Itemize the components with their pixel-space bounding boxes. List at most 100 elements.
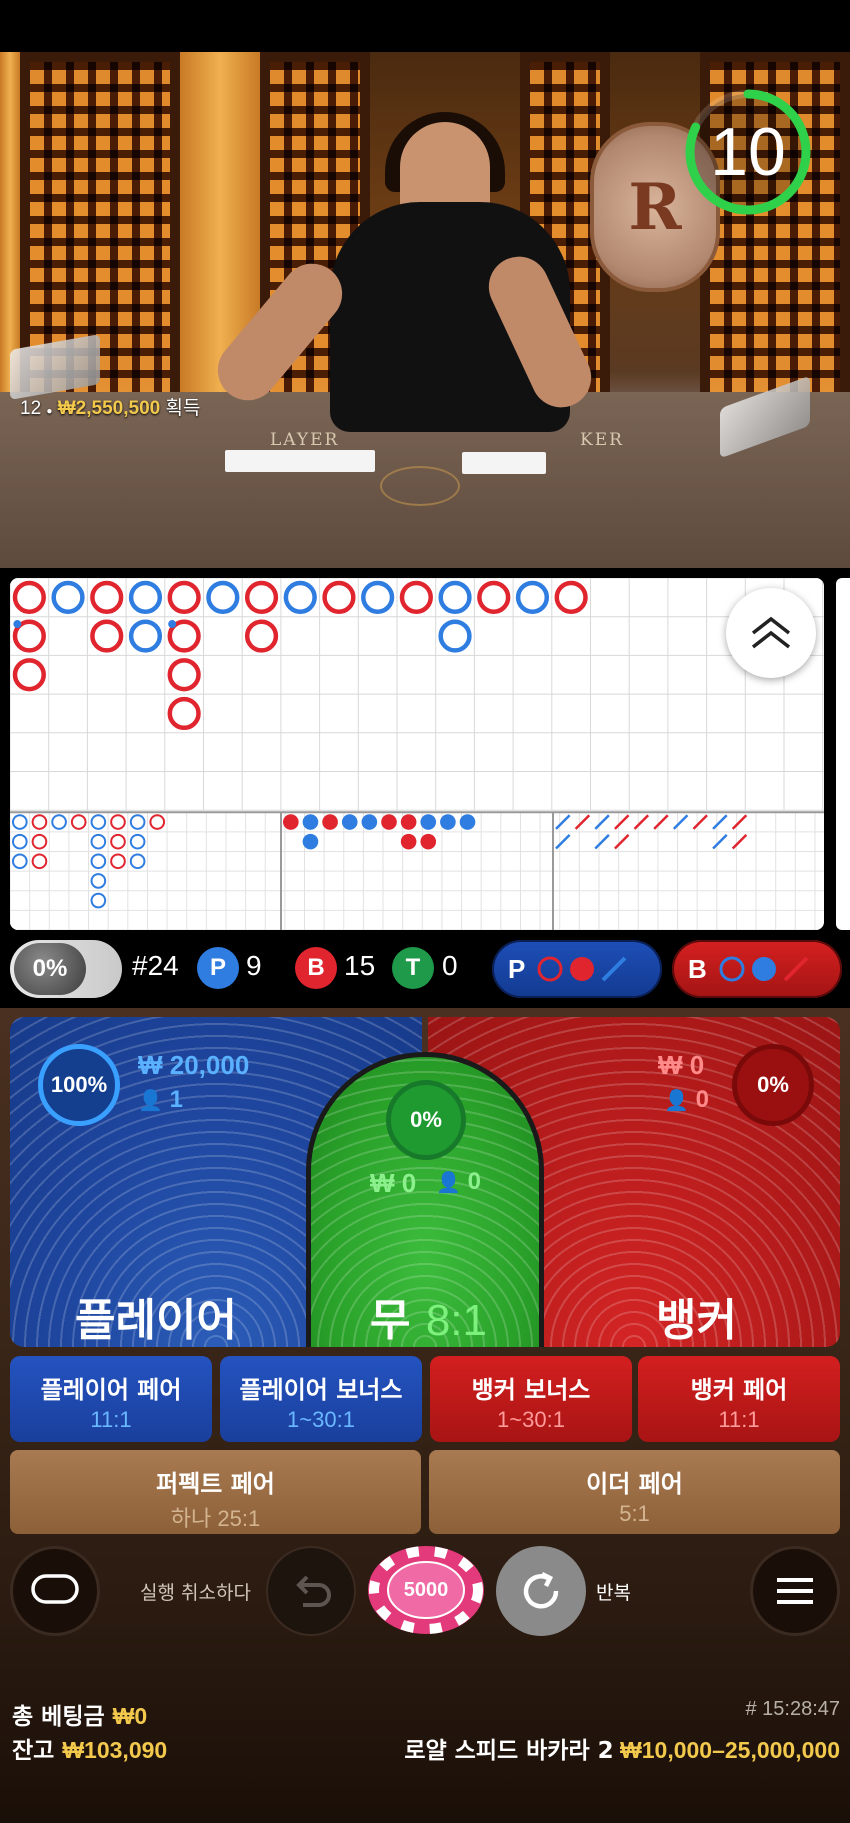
player-amount: ₩ 20,000: [138, 1050, 250, 1080]
ask-player-letter: P: [508, 953, 526, 984]
big-road-mark: [167, 658, 201, 692]
menu-button[interactable]: [750, 1546, 840, 1636]
banker-bonus-label: 뱅커 보너스: [471, 1376, 591, 1404]
big-road-mark: [283, 580, 317, 614]
repeat-label: 반복: [596, 1582, 631, 1604]
perfect-pair-label: 퍼펙트 페어: [156, 1470, 275, 1498]
big-eye-mark: [31, 853, 48, 870]
cockroach-mark: [712, 833, 728, 850]
big-eye-mark: [70, 814, 87, 830]
next-roadmap-peek[interactable]: [836, 578, 850, 930]
big-road-mark: [206, 580, 240, 614]
big-road-mark: [167, 580, 201, 614]
timer-seconds: 10: [710, 114, 786, 190]
undo-label: 실행 취소하다: [140, 1582, 251, 1604]
big-road-mark: [12, 580, 46, 614]
tie-percent-ring: 0%: [386, 1080, 466, 1160]
selected-chip[interactable]: 5000: [366, 1543, 486, 1637]
player-users-count: 1: [169, 1086, 183, 1113]
pair-dot: [13, 620, 22, 629]
cockroach-mark: [672, 814, 689, 830]
big-eye-mark: [90, 853, 107, 870]
player-bonus-bet[interactable]: 플레이어 보너스 1~30:1: [220, 1356, 422, 1442]
banker-pair-bet[interactable]: 뱅커 페어 11:1: [638, 1356, 840, 1442]
big-eye-mark: [90, 833, 107, 850]
table-player-text: LAYER: [270, 430, 340, 450]
big-road-mark: [438, 619, 472, 653]
small-road-mark: [361, 814, 378, 830]
banker-count: 15: [344, 950, 376, 981]
big-road-mark: [244, 619, 279, 653]
big-eye-mark: [90, 814, 107, 830]
undo-icon: [296, 1575, 331, 1607]
big-eye-mark: [110, 814, 126, 830]
ask-player-button[interactable]: P: [492, 940, 662, 998]
banker-cards: [462, 452, 546, 474]
percent-toggle-knob[interactable]: 0%: [14, 943, 86, 995]
cockroach-mark: [633, 814, 650, 830]
big-road-mark: [515, 580, 550, 614]
ask-banker-button[interactable]: B: [672, 940, 842, 998]
big-road-mark: [322, 580, 356, 614]
tie-amount: ₩ 0: [370, 1168, 417, 1198]
tie-label: 무 8:1: [370, 1284, 487, 1348]
status-bar: [0, 0, 850, 52]
big-road-mark: [361, 580, 395, 614]
big-eye-mark: [12, 833, 28, 850]
undo-button[interactable]: [266, 1546, 356, 1636]
chat-button[interactable]: [10, 1546, 100, 1636]
big-road-mark: [90, 580, 124, 614]
cockroach-mark: [594, 833, 610, 850]
collapse-roadmap-button[interactable]: [726, 588, 816, 678]
big-eye-mark: [90, 892, 107, 909]
big-eye-mark: [129, 853, 146, 870]
big-eye-mark: [110, 833, 126, 850]
big-eye-mark: [129, 814, 146, 830]
player-percent-ring: 100%: [38, 1044, 120, 1126]
cockroach-mark: [731, 814, 748, 830]
player-cards: [225, 450, 375, 472]
big-road-mark: [477, 580, 511, 614]
player-label: 플레이어: [75, 1295, 237, 1346]
player-pair-label: 플레이어 페어: [40, 1376, 182, 1404]
big-eye-mark: [90, 873, 107, 889]
banker-pair-odds: 11:1: [718, 1407, 760, 1432]
repeat-button[interactable]: [496, 1546, 586, 1636]
big-road-mark: [12, 658, 46, 692]
ask-player-preview-icon: [537, 956, 627, 982]
banker-pair-label: 뱅커 페어: [690, 1376, 788, 1404]
small-road-mark: [381, 814, 397, 830]
user-icon: 👤: [138, 1090, 163, 1112]
chevron-up-double-icon: [751, 616, 791, 649]
small-road-mark: [302, 833, 319, 850]
roadmap-grid: [10, 578, 824, 930]
banker-users-count: 0: [695, 1086, 709, 1113]
player-badge: P: [197, 947, 239, 989]
small-road-mark: [341, 814, 358, 830]
perfect-pair-bet[interactable]: 퍼펙트 페어 하나 25:1: [10, 1450, 421, 1534]
user-icon: 👤: [436, 1172, 461, 1194]
big-eye-mark: [149, 814, 166, 830]
small-road-mark: [400, 833, 417, 850]
winner-ticker: 12 ● ₩2,550,500 획득: [20, 398, 201, 419]
small-road-mark: [420, 833, 437, 850]
repeat-icon: [523, 1571, 559, 1609]
big-road-mark: [51, 580, 85, 614]
big-road-mark: [128, 619, 163, 653]
banker-bonus-bet[interactable]: 뱅커 보너스 1~30:1: [430, 1356, 632, 1442]
banker-users: 👤 0: [664, 1086, 709, 1114]
big-eye-mark: [12, 814, 28, 830]
chip-value: 5000: [403, 1578, 449, 1601]
scoreboard-roadmap[interactable]: [10, 578, 824, 930]
big-road-mark: [554, 580, 588, 614]
big-eye-mark: [110, 853, 126, 870]
small-road-mark: [283, 814, 299, 830]
player-count: 9: [246, 950, 262, 981]
either-pair-bet[interactable]: 이더 페어 5:1: [429, 1450, 840, 1534]
player-pair-bet[interactable]: 플레이어 페어 11:1: [10, 1356, 212, 1442]
small-road-mark: [400, 814, 417, 830]
cockroach-mark: [653, 814, 669, 830]
total-bet-value: ₩0: [112, 1703, 148, 1729]
cockroach-mark: [614, 814, 630, 830]
tie-badge: T: [392, 947, 434, 989]
